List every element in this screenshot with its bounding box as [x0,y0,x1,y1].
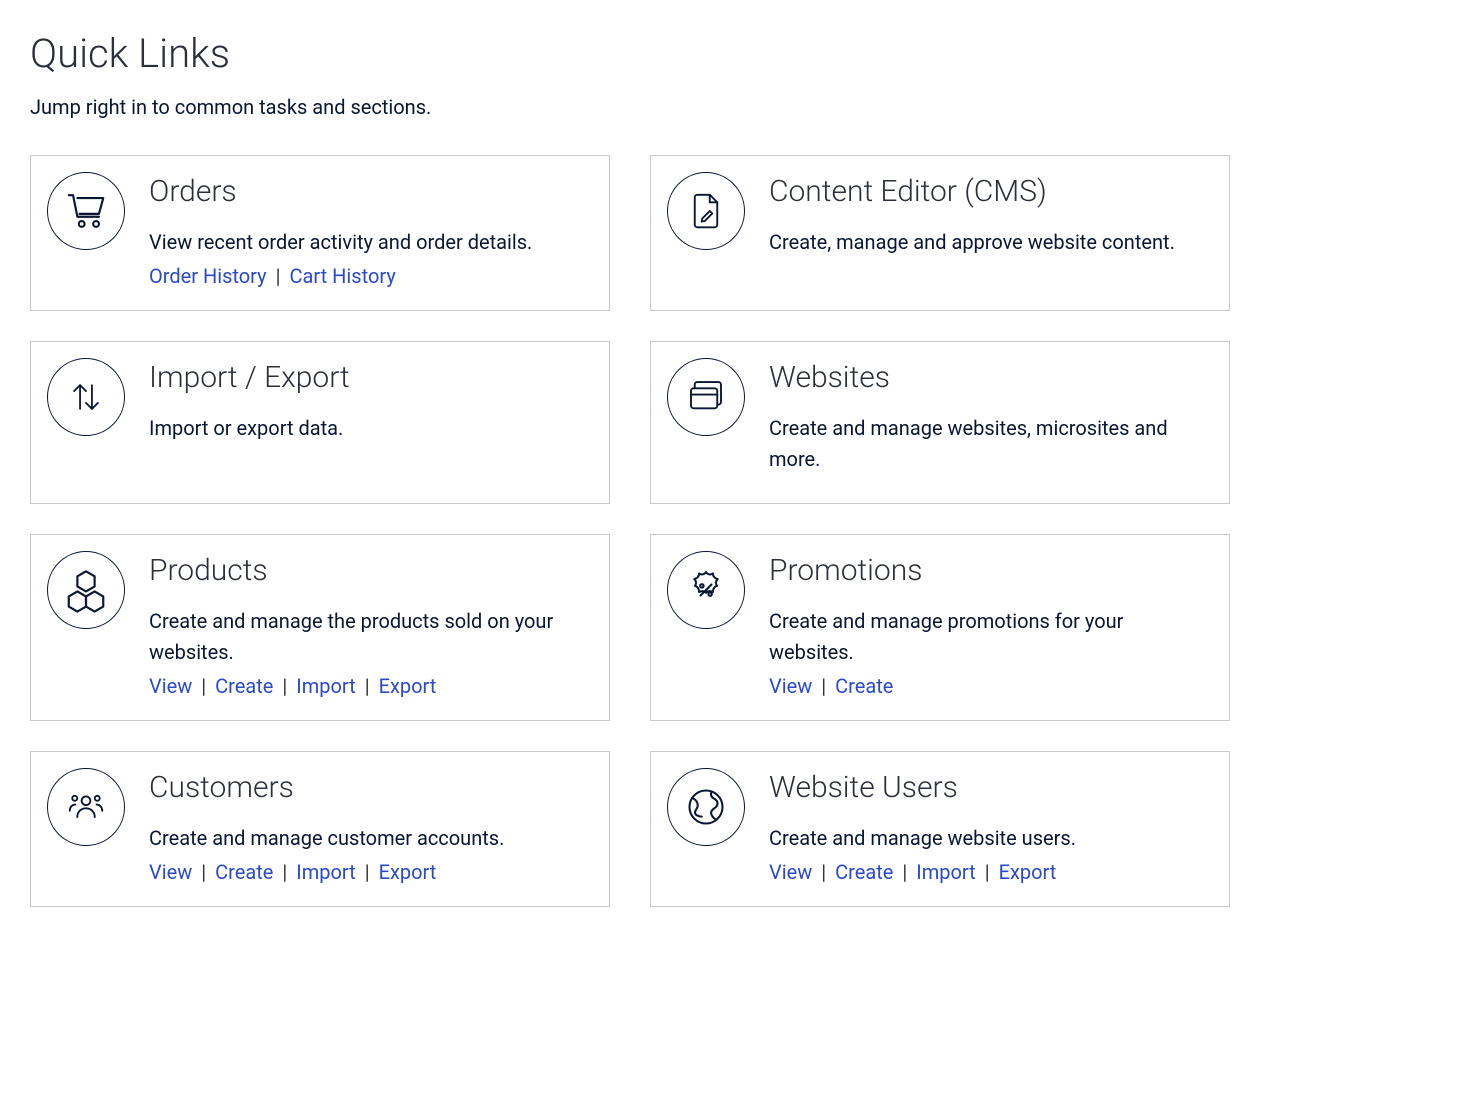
card-orders[interactable]: Orders View recent order activity and or… [30,155,610,311]
card-desc: Create and manage promotions for your we… [769,606,1203,668]
link-customers-import[interactable]: Import [296,860,355,884]
link-customers-export[interactable]: Export [379,860,437,884]
customers-icon [47,768,125,846]
cart-icon [47,172,125,250]
globe-icon [667,768,745,846]
promo-icon [667,551,745,629]
card-websites[interactable]: Websites Create and manage websites, mic… [650,341,1230,504]
page-title: Quick Links [30,30,1432,77]
card-title: Products [149,553,583,588]
card-title: Import / Export [149,360,583,395]
link-products-view[interactable]: View [149,674,192,698]
boxes-icon [47,551,125,629]
link-products-create[interactable]: Create [215,674,273,698]
separator: | [273,674,296,698]
card-desc: Import or export data. [149,413,583,444]
separator: | [893,860,916,884]
card-links: View | Create | Import | Export [769,860,1203,884]
card-import-export[interactable]: Import / Export Import or export data. [30,341,610,504]
link-cart-history[interactable]: Cart History [290,264,396,288]
link-website-users-view[interactable]: View [769,860,812,884]
card-title: Website Users [769,770,1203,805]
card-title: Websites [769,360,1203,395]
separator: | [273,860,296,884]
card-products[interactable]: Products Create and manage the products … [30,534,610,721]
link-website-users-export[interactable]: Export [999,860,1057,884]
card-content-editor[interactable]: Content Editor (CMS) Create, manage and … [650,155,1230,311]
link-order-history[interactable]: Order History [149,264,267,288]
link-customers-create[interactable]: Create [215,860,273,884]
file-edit-icon [667,172,745,250]
separator: | [812,674,835,698]
card-desc: Create and manage the products sold on y… [149,606,583,668]
card-title: Promotions [769,553,1203,588]
separator: | [356,674,379,698]
separator: | [267,264,290,288]
card-links: Order History | Cart History [149,264,583,288]
card-desc: Create, manage and approve website conte… [769,227,1203,258]
link-website-users-create[interactable]: Create [835,860,893,884]
card-title: Content Editor (CMS) [769,174,1203,209]
card-website-users[interactable]: Website Users Create and manage website … [650,751,1230,907]
card-links: View | Create | Import | Export [149,674,583,698]
card-desc: View recent order activity and order det… [149,227,583,258]
card-customers[interactable]: Customers Create and manage customer acc… [30,751,610,907]
windows-icon [667,358,745,436]
separator: | [192,674,215,698]
separator: | [192,860,215,884]
separator: | [356,860,379,884]
link-customers-view[interactable]: View [149,860,192,884]
import-export-icon [47,358,125,436]
card-title: Orders [149,174,583,209]
card-links: View | Create [769,674,1203,698]
card-desc: Create and manage website users. [769,823,1203,854]
separator: | [812,860,835,884]
page-subtitle: Jump right in to common tasks and sectio… [30,95,1432,119]
card-promotions[interactable]: Promotions Create and manage promotions … [650,534,1230,721]
link-promotions-view[interactable]: View [769,674,812,698]
card-desc: Create and manage websites, microsites a… [769,413,1203,475]
card-title: Customers [149,770,583,805]
separator: | [976,860,999,884]
link-website-users-import[interactable]: Import [916,860,975,884]
card-links: View | Create | Import | Export [149,860,583,884]
quick-links-grid: Orders View recent order activity and or… [30,155,1230,907]
link-products-import[interactable]: Import [296,674,355,698]
link-promotions-create[interactable]: Create [835,674,893,698]
link-products-export[interactable]: Export [379,674,437,698]
card-desc: Create and manage customer accounts. [149,823,583,854]
